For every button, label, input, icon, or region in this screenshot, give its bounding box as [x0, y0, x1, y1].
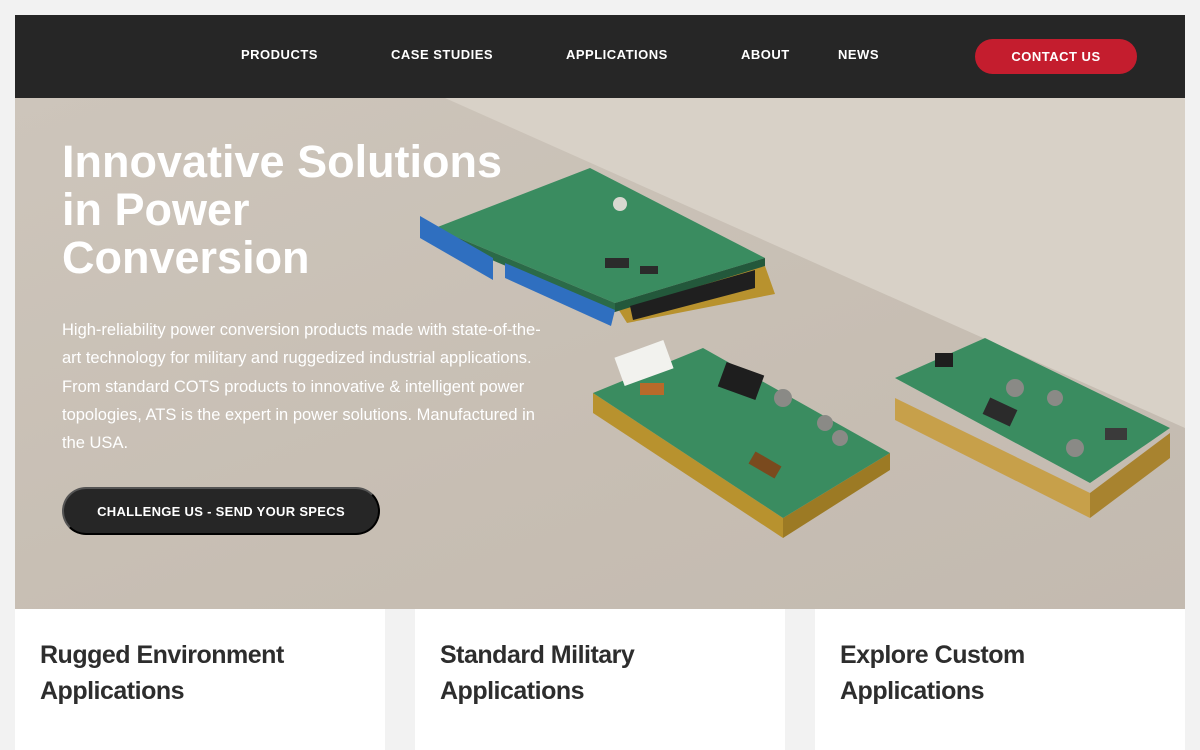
card-standard-military[interactable]: Standard Military Applications	[415, 609, 785, 750]
site-header: PRODUCTS CASE STUDIES APPLICATIONS ABOUT…	[15, 15, 1185, 98]
hero-title: Innovative Solutions in Power Conversion	[62, 138, 542, 282]
hero-description: High-reliability power conversion produc…	[62, 321, 541, 453]
card-title: Standard Military Applications	[440, 637, 760, 709]
card-title-line-1: Rugged Environment	[40, 641, 284, 669]
nav-about[interactable]: ABOUT	[741, 47, 790, 62]
nav-applications[interactable]: APPLICATIONS	[566, 47, 668, 62]
nav-case-studies[interactable]: CASE STUDIES	[391, 47, 493, 62]
power-module-board-image	[593, 340, 890, 538]
card-title: Explore Custom Applications	[840, 637, 1160, 709]
hero-banner: Innovative Solutions in Power Conversion…	[15, 98, 1185, 609]
hero-title-line-1: Innovative Solutions	[62, 136, 503, 187]
contact-us-button[interactable]: CONTACT US	[975, 39, 1137, 74]
card-title-line-1: Explore Custom	[840, 641, 1025, 669]
card-title-line-2: Applications	[40, 677, 185, 705]
heatsink-board-image	[895, 338, 1170, 518]
card-title: Rugged Environment Applications	[40, 637, 360, 709]
hero-title-line-3: Conversion	[62, 232, 310, 283]
card-title-line-2: Applications	[840, 677, 985, 705]
nav-news[interactable]: NEWS	[838, 47, 879, 62]
nav-products[interactable]: PRODUCTS	[241, 47, 318, 62]
card-title-line-2: Applications	[440, 677, 585, 705]
card-explore-custom[interactable]: Explore Custom Applications	[815, 609, 1185, 750]
card-title-line-1: Standard Military	[440, 641, 635, 669]
card-rugged-environment[interactable]: Rugged Environment Applications	[15, 609, 385, 750]
hero-title-line-2: in Power	[62, 184, 250, 235]
challenge-us-button[interactable]: CHALLENGE US - SEND YOUR SPECS	[62, 487, 380, 535]
